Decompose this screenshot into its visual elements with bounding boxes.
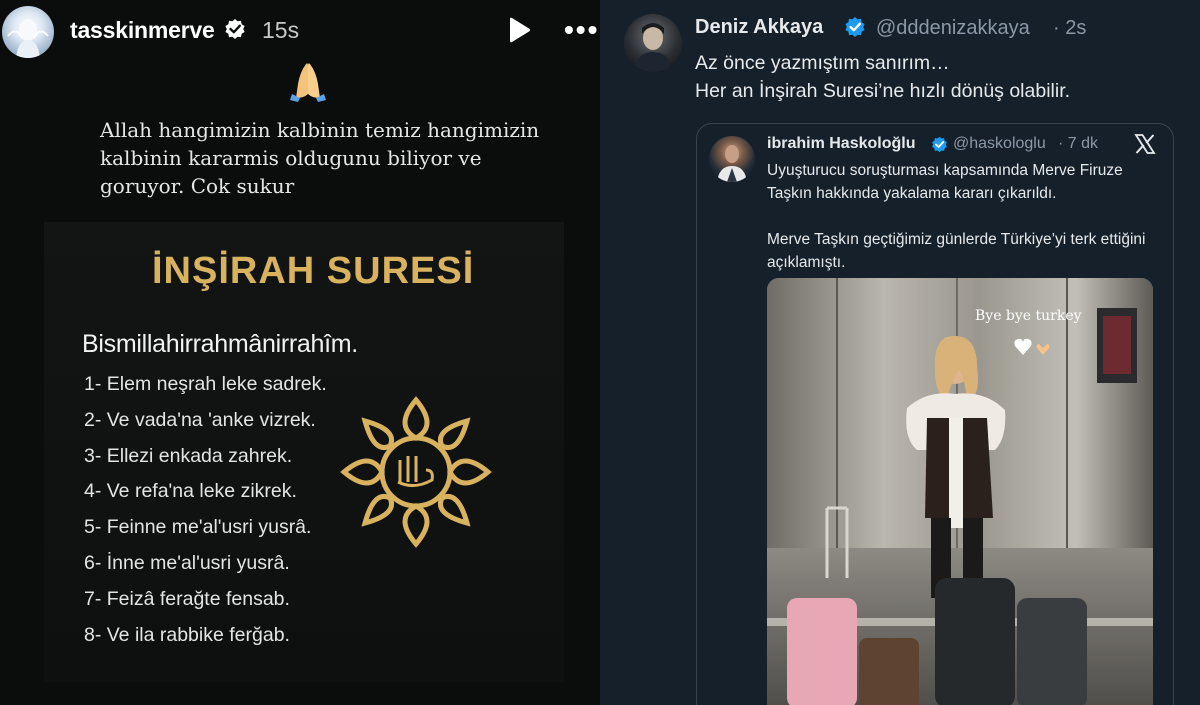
photo-caption-overlay: Bye bye turkey <box>975 308 1082 324</box>
avatar[interactable] <box>709 136 755 182</box>
quote-paragraph: Merve Taşkın geçtiğimiz günlerde Türkiye… <box>767 231 1146 271</box>
story-header: tasskinmerve 15s ••• <box>0 0 600 62</box>
verse-item: 5- Feinne me'al'usri yusrâ. <box>84 516 312 539</box>
verified-badge-icon <box>845 17 865 37</box>
quoted-tweet[interactable]: ibrahim Haskoloğlu @haskologlu · 7 dk Uy… <box>696 123 1174 705</box>
quote-text: Uyuşturucu soruşturması kapsamında Merve… <box>767 159 1162 274</box>
story-timestamp: 15s <box>262 17 300 43</box>
verse-item: 8- Ve ila rabbike ferğab. <box>84 623 290 646</box>
verse-item: 1- Elem neşrah leke sadrek. <box>84 373 327 395</box>
praying-hands-emoji <box>290 63 326 102</box>
story-subtitle: Bismillahirrahmânirrahîm. <box>82 330 358 358</box>
more-icon[interactable]: ••• <box>564 14 600 45</box>
story-caption: Allah hangimizin kalbinin temiz hangimiz… <box>100 118 540 198</box>
tweet-timestamp[interactable]: · 2s <box>1053 17 1086 40</box>
verse-item: 3- Ellezi enkada zahrek. <box>84 444 293 467</box>
verse-item: 4- Ve refa'na leke zikrek. <box>84 480 297 503</box>
allah-calligraphy-ornament <box>340 396 492 548</box>
story-username[interactable]: tasskinmerve <box>70 17 215 44</box>
tweet-author-handle[interactable]: @dddenizakkaya <box>876 17 1030 40</box>
tweet-card: Deniz Akkaya @dddenizakkaya · 2s Az önce… <box>600 0 1200 705</box>
elevator-selfie-photo[interactable]: Bye bye turkey <box>767 278 1153 705</box>
quote-timestamp: · 7 dk <box>1058 135 1099 152</box>
verse-item: 2- Ve vada'na 'anke vizrek. <box>84 408 316 431</box>
story-title: İNŞİRAH SURESİ <box>152 250 475 292</box>
verified-badge-icon <box>225 19 245 39</box>
avatar[interactable] <box>2 6 54 58</box>
play-icon[interactable] <box>506 16 532 44</box>
verified-badge-icon <box>932 136 947 153</box>
tweet-text: Az önce yazmıştım sanırım… Her an İnşira… <box>695 49 1185 105</box>
quote-author-name[interactable]: ibrahim Haskoloğlu <box>767 135 915 153</box>
tweet-text-line: Her an İnşirah Suresi’ne hızlı dönüş ola… <box>695 80 1071 102</box>
avatar[interactable] <box>624 14 682 72</box>
instagram-story: tasskinmerve 15s ••• Allah hangimizin ka… <box>0 0 600 705</box>
tweet-text-line: Az önce yazmıştım sanırım… <box>695 52 950 74</box>
heart-emoji-icon <box>1014 338 1050 355</box>
verse-item: 7- Feizâ ferağte fensab. <box>84 587 290 610</box>
quote-author-handle[interactable]: @haskologlu <box>953 135 1046 153</box>
tweet-author-name[interactable]: Deniz Akkaya <box>695 16 823 39</box>
x-logo-icon[interactable] <box>1134 133 1156 155</box>
verse-item: 6- İnne me'al'usri yusrâ. <box>84 551 290 574</box>
quote-paragraph: Uyuşturucu soruşturması kapsamında Merve… <box>767 162 1123 202</box>
verse-list: 1- Elem neşrah leke sadrek. 2- Ve vada'n… <box>84 372 327 658</box>
